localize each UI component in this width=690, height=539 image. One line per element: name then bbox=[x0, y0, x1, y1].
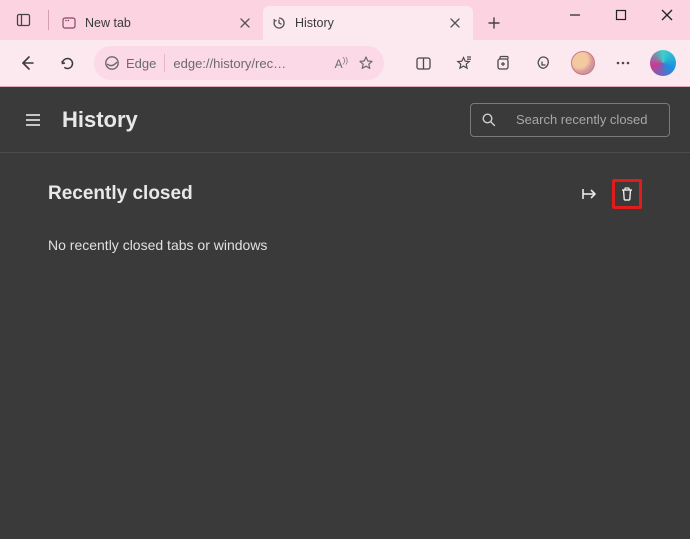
tab-label: History bbox=[295, 16, 334, 30]
url-text: edge://history/rec… bbox=[173, 56, 326, 71]
tab-close-button[interactable] bbox=[235, 13, 255, 33]
minimize-button[interactable] bbox=[552, 0, 598, 30]
trash-icon bbox=[619, 186, 635, 202]
refresh-button[interactable] bbox=[50, 46, 84, 80]
read-aloud-button[interactable]: A)) bbox=[335, 56, 348, 71]
separator bbox=[48, 10, 49, 30]
new-tab-button[interactable] bbox=[479, 8, 509, 38]
site-identity[interactable]: Edge bbox=[104, 55, 156, 71]
clear-all-button[interactable] bbox=[612, 179, 642, 209]
history-page: History Recently closed No recently clos… bbox=[0, 86, 690, 539]
section-title: Recently closed bbox=[48, 183, 193, 205]
split-screen-button[interactable] bbox=[406, 46, 440, 80]
browser-essentials-button[interactable] bbox=[526, 46, 560, 80]
copilot-button[interactable] bbox=[646, 46, 680, 80]
separator bbox=[164, 54, 165, 72]
edge-logo-icon bbox=[104, 55, 120, 71]
profile-button[interactable] bbox=[566, 46, 600, 80]
more-button[interactable] bbox=[606, 46, 640, 80]
page-title: History bbox=[62, 107, 138, 133]
tab-new-tab[interactable]: New tab bbox=[53, 6, 263, 40]
history-icon bbox=[271, 15, 287, 31]
close-window-button[interactable] bbox=[644, 0, 690, 30]
search-box[interactable] bbox=[470, 103, 670, 137]
site-identity-label: Edge bbox=[126, 56, 156, 71]
titlebar: New tab History bbox=[0, 0, 690, 40]
toolbar: Edge edge://history/rec… A)) bbox=[0, 40, 690, 86]
empty-state-text: No recently closed tabs or windows bbox=[48, 237, 642, 253]
newtab-icon bbox=[61, 15, 77, 31]
tab-strip: New tab History bbox=[53, 0, 509, 40]
address-bar[interactable]: Edge edge://history/rec… A)) bbox=[94, 46, 384, 80]
maximize-button[interactable] bbox=[598, 0, 644, 30]
search-icon bbox=[481, 112, 496, 127]
history-header: History bbox=[0, 87, 690, 153]
favorites-button[interactable] bbox=[446, 46, 480, 80]
window-controls bbox=[552, 0, 690, 30]
copilot-icon bbox=[650, 50, 676, 76]
collections-button[interactable] bbox=[486, 46, 520, 80]
back-button[interactable] bbox=[10, 46, 44, 80]
tab-close-button[interactable] bbox=[445, 13, 465, 33]
favorite-button[interactable] bbox=[358, 55, 374, 71]
open-all-button[interactable] bbox=[574, 179, 604, 209]
tab-label: New tab bbox=[85, 16, 131, 30]
menu-button[interactable] bbox=[20, 107, 46, 133]
address-actions: A)) bbox=[335, 55, 374, 71]
avatar-icon bbox=[571, 51, 595, 75]
tab-history[interactable]: History bbox=[263, 6, 473, 40]
section-header: Recently closed bbox=[48, 179, 642, 209]
search-input[interactable] bbox=[516, 112, 690, 127]
recently-closed-section: Recently closed No recently closed tabs … bbox=[0, 153, 690, 279]
titlebar-left bbox=[6, 0, 53, 40]
tab-actions-button[interactable] bbox=[10, 6, 38, 34]
